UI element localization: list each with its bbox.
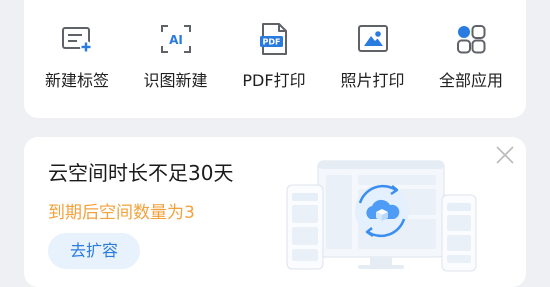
quick-actions-row: 新建标签 AI 识图新建 PDF PDF打印 照片打印 全部应用 [24,0,526,91]
ai-recognize-button[interactable]: AI 识图新建 [135,0,217,91]
pdf-icon: PDF [257,22,291,56]
cloud-space-promo-card: 云空间时长不足30天 到期后空间数量为3 去扩容 [24,137,526,287]
photo-icon [356,22,390,56]
photo-print-label: 照片打印 [340,71,405,90]
pdf-print-button[interactable]: PDF PDF打印 [233,0,315,91]
close-icon[interactable] [494,144,516,166]
tablet-illustration [286,184,324,270]
cloud-sync-icon [355,184,409,238]
quick-actions-card: 新建标签 AI 识图新建 PDF PDF打印 照片打印 全部应用 [24,0,526,118]
pdf-print-label: PDF打印 [242,71,306,90]
new-label-button[interactable]: 新建标签 [36,0,118,91]
expand-storage-button[interactable]: 去扩容 [48,233,140,269]
ai-badge-text: AI [169,33,183,47]
phone-illustration [441,194,477,272]
ai-recognize-icon: AI [159,22,193,56]
all-apps-label: 全部应用 [438,71,503,90]
photo-print-button[interactable]: 照片打印 [332,0,414,91]
new-label-label: 新建标签 [44,71,109,90]
promo-subtitle: 到期后空间数量为3 [48,203,195,223]
ai-recognize-label: 识图新建 [143,71,208,90]
cloud-sync-illustration [286,159,478,275]
all-apps-button[interactable]: 全部应用 [430,0,512,91]
apps-grid-icon [454,22,488,56]
promo-title: 云空间时长不足30天 [48,161,234,185]
new-label-icon [60,22,94,56]
pdf-badge-text: PDF [263,38,281,47]
